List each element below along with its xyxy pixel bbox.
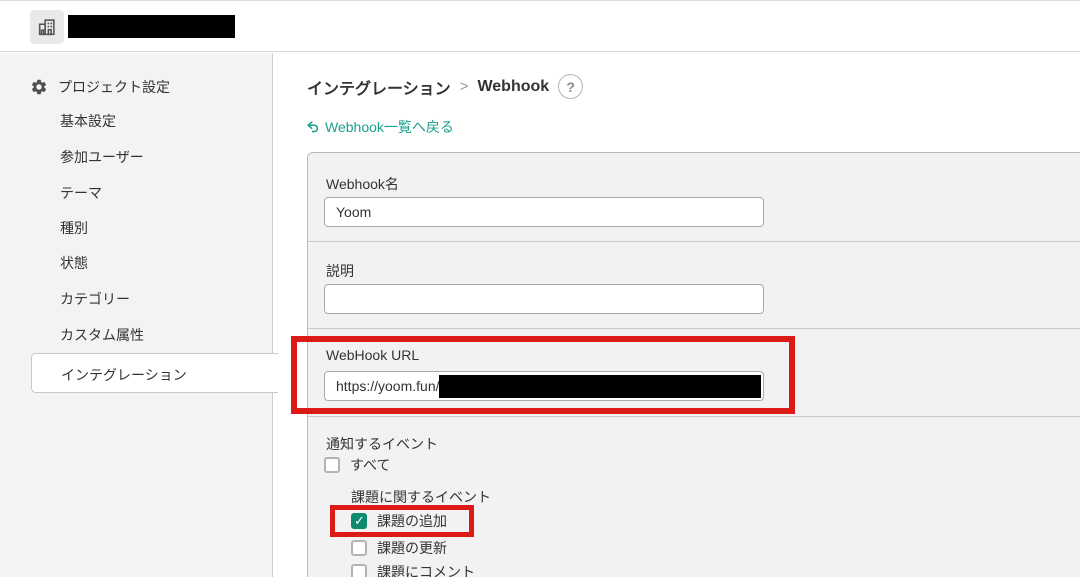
sidebar-header-label: プロジェクト設定 (58, 79, 170, 95)
row-separator (308, 328, 1080, 329)
notify-events-label: 通知するイベント (326, 436, 438, 452)
sidebar-item-statuses[interactable]: 状態 (60, 254, 88, 272)
breadcrumb-integrations[interactable]: インテグレーション (307, 75, 451, 99)
sidebar-item-issue-types[interactable]: 種別 (60, 219, 88, 237)
sidebar-item-theme[interactable]: テーマ (60, 184, 102, 202)
webhook-name-label: Webhook名 (326, 176, 399, 192)
checkbox-issue-updated[interactable] (351, 540, 367, 556)
gear-icon (30, 78, 48, 96)
event-row-all: すべて (324, 455, 390, 475)
back-arrow-icon (306, 120, 320, 134)
event-row-issue-created: 課題の追加 (351, 511, 447, 531)
screen: プロジェクト設定 基本設定 参加ユーザー テーマ 種別 状態 カテゴリー カスタ… (0, 0, 1080, 577)
sidebar-item-members[interactable]: 参加ユーザー (60, 148, 144, 166)
webhook-name-input[interactable] (324, 197, 764, 227)
webhook-url-input[interactable]: https://yoom.fun/ (324, 371, 764, 401)
breadcrumb-webhook: Webhook (477, 77, 550, 95)
sidebar-item-basic-settings[interactable]: 基本設定 (60, 112, 116, 130)
checkbox-all-events[interactable] (324, 457, 340, 473)
checkbox-issue-created-label[interactable]: 課題の追加 (377, 511, 447, 531)
help-icon[interactable]: ? (558, 74, 584, 99)
back-link-label: Webhook一覧へ戻る (325, 119, 454, 135)
redacted-space-name (68, 15, 235, 38)
breadcrumb-separator: > (459, 78, 469, 95)
checkbox-issue-commented-label[interactable]: 課題にコメント (377, 562, 475, 577)
breadcrumb: インテグレーション > Webhook ? (307, 74, 584, 99)
webhook-form-card: Webhook名 説明 WebHook URL https://yoom.fun… (307, 152, 1080, 577)
sidebar-item-integrations-label: インテグレーション (61, 367, 187, 383)
webhook-url-label: WebHook URL (326, 347, 420, 363)
issue-events-group-label: 課題に関するイベント (351, 489, 491, 505)
row-separator (308, 241, 1080, 242)
back-to-webhook-list-link[interactable]: Webhook一覧へ戻る (306, 117, 454, 137)
redacted-url-suffix (439, 375, 761, 398)
row-separator (308, 416, 1080, 417)
sidebar-item-integrations[interactable]: インテグレーション (31, 353, 278, 393)
checkbox-issue-updated-label[interactable]: 課題の更新 (377, 538, 447, 558)
sidebar: プロジェクト設定 基本設定 参加ユーザー テーマ 種別 状態 カテゴリー カスタ… (0, 53, 278, 577)
sidebar-item-custom-fields[interactable]: カスタム属性 (60, 326, 144, 344)
sidebar-item-categories[interactable]: カテゴリー (60, 290, 130, 308)
description-label: 説明 (326, 263, 354, 279)
building-icon (36, 16, 58, 38)
checkbox-issue-commented[interactable] (351, 564, 367, 577)
description-input[interactable] (324, 284, 764, 314)
top-bar (0, 0, 1080, 52)
checkbox-issue-created[interactable] (351, 513, 367, 529)
event-row-issue-commented: 課題にコメント (351, 562, 475, 577)
checkbox-all-events-label[interactable]: すべて (350, 455, 390, 475)
sidebar-header-project-settings: プロジェクト設定 (30, 77, 170, 97)
event-row-issue-updated: 課題の更新 (351, 538, 447, 558)
webhook-url-value: https://yoom.fun/ (336, 378, 440, 394)
space-logo-button[interactable] (30, 10, 64, 44)
